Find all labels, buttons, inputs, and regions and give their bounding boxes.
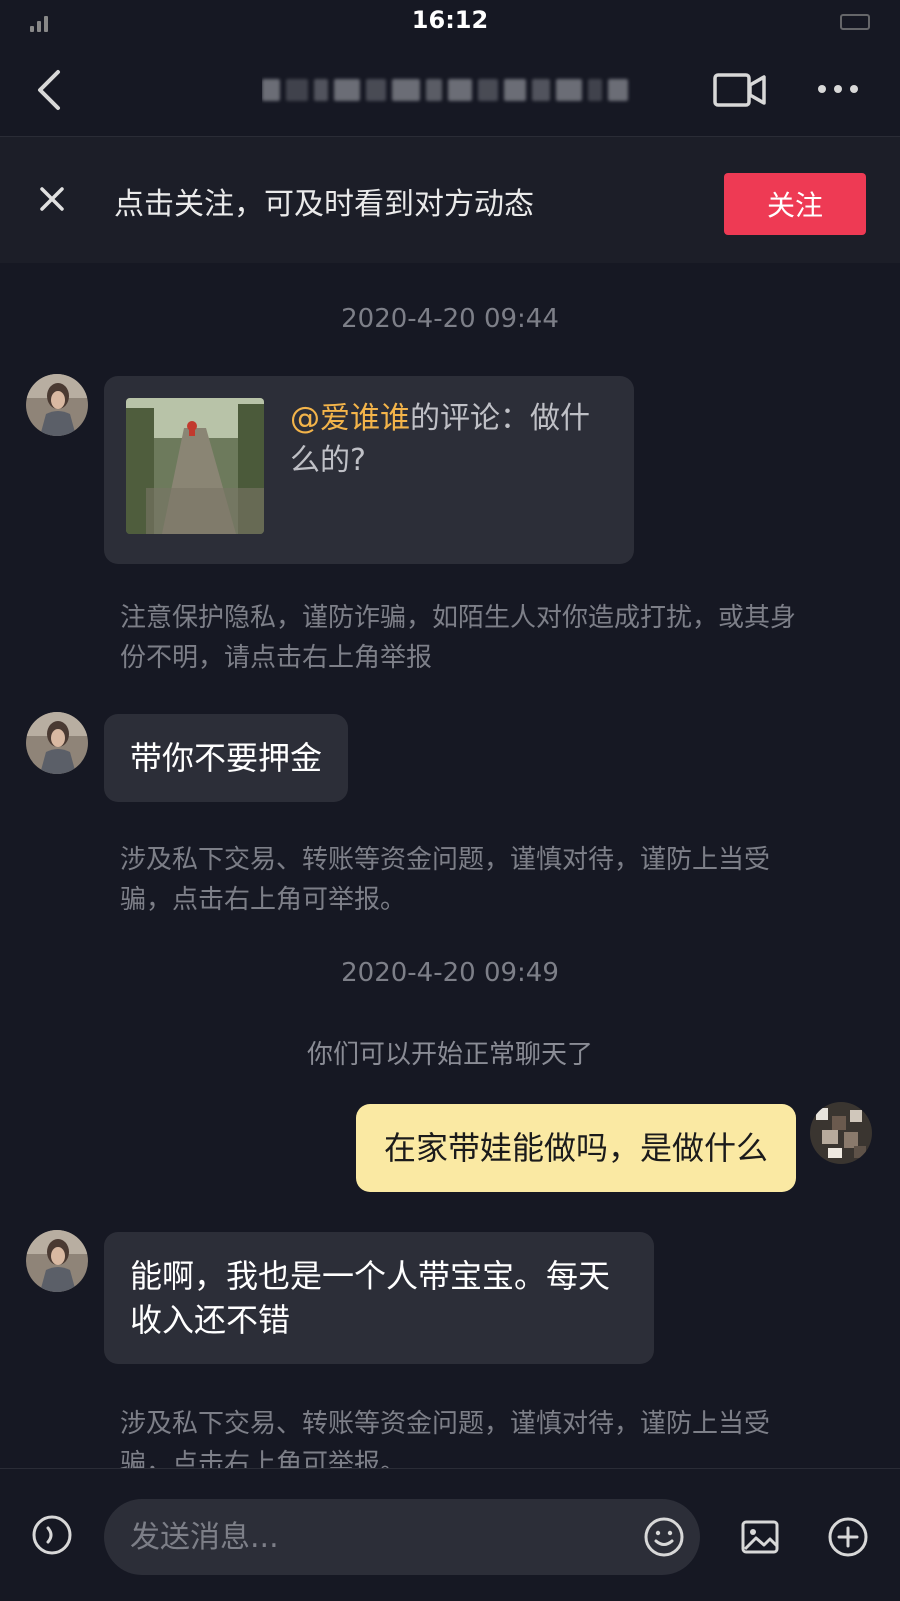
- video-call-icon[interactable]: [712, 70, 768, 110]
- my-avatar[interactable]: [810, 1102, 872, 1164]
- transaction-warning: 涉及私下交易、转账等资金问题，谨慎对待，谨防上当受骗，点击右上角可举报。: [120, 845, 771, 915]
- emoji-icon[interactable]: [642, 1515, 686, 1559]
- voice-icon[interactable]: [30, 1513, 74, 1557]
- quoted-comment-text: @爱谁谁的评论：做什么的?: [290, 398, 602, 482]
- mention-link[interactable]: @爱谁谁: [290, 401, 410, 436]
- message-bubble[interactable]: 带你不要押金: [104, 714, 349, 802]
- status-bar: 16:12: [0, 0, 900, 44]
- avatar[interactable]: [26, 712, 88, 774]
- system-message: 你们可以开始正常聊天了: [306, 1040, 593, 1070]
- message-input[interactable]: [104, 1499, 700, 1575]
- back-icon[interactable]: [28, 66, 72, 114]
- timestamp: 2020-4-20 09:44: [341, 304, 559, 334]
- privacy-warning: 注意保护隐私，谨防诈骗，如陌生人对你造成打扰，或其身份不明，请点击右上角举报: [120, 603, 797, 673]
- more-icon[interactable]: [814, 74, 862, 104]
- close-icon[interactable]: [34, 181, 70, 217]
- timestamp: 2020-4-20 09:49: [341, 958, 559, 988]
- my-message-bubble[interactable]: 在家带娃能做吗，是做什么: [355, 1104, 796, 1192]
- image-icon[interactable]: [738, 1515, 782, 1559]
- message-bubble[interactable]: 能啊，我也是一个人带宝宝。每天收入还不错: [104, 1232, 654, 1364]
- status-time: 16:12: [411, 6, 489, 34]
- follow-hint-text: 点击关注，可及时看到对方动态: [114, 187, 534, 222]
- video-thumbnail[interactable]: [126, 398, 264, 534]
- avatar[interactable]: [26, 1230, 88, 1292]
- battery-icon: [840, 14, 870, 30]
- follow-button[interactable]: 关注: [724, 173, 866, 235]
- chat-header: [0, 44, 900, 137]
- follow-banner: 点击关注，可及时看到对方动态 关注: [0, 137, 900, 263]
- avatar[interactable]: [26, 374, 88, 436]
- quoted-comment-bubble[interactable]: @爱谁谁的评论：做什么的?: [104, 376, 634, 564]
- message-input-bar: [0, 1468, 900, 1601]
- contact-name-redacted: [262, 72, 642, 108]
- plus-icon[interactable]: [826, 1515, 870, 1559]
